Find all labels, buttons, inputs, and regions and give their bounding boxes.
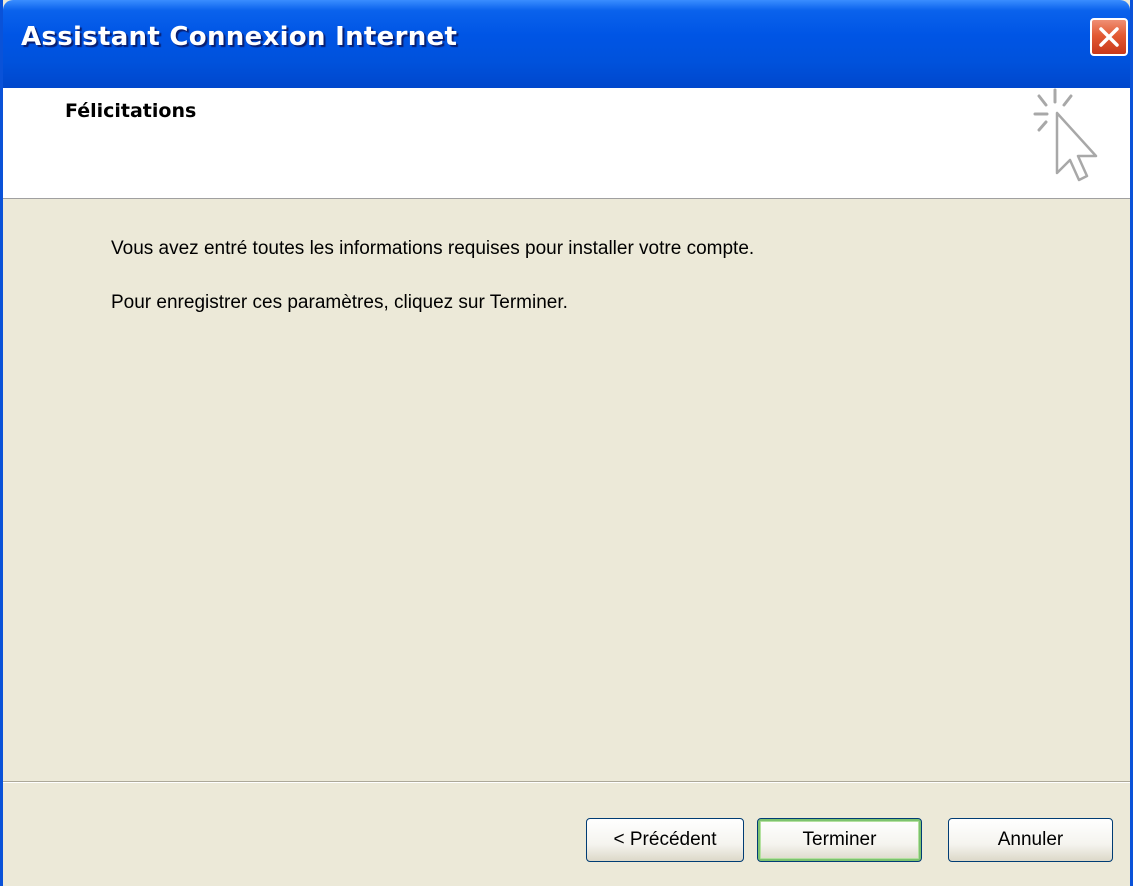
wizard-header: Félicitations	[3, 88, 1130, 199]
wizard-cursor-icon	[1033, 88, 1098, 182]
back-button[interactable]: < Précédent	[586, 818, 744, 862]
info-text-line-1: Vous avez entré toutes les informations …	[111, 238, 755, 259]
wizard-window: Assistant Connexion Internet Félicitatio…	[0, 0, 1133, 886]
close-icon	[1099, 27, 1119, 47]
window-title: Assistant Connexion Internet	[21, 22, 458, 52]
footer-divider	[3, 781, 1130, 783]
title-bar[interactable]: Assistant Connexion Internet	[3, 0, 1130, 88]
close-button[interactable]	[1090, 18, 1128, 56]
cancel-button[interactable]: Annuler	[948, 818, 1113, 862]
finish-button[interactable]: Terminer	[757, 818, 922, 862]
info-text-line-2: Pour enregistrer ces paramètres, cliquez…	[111, 292, 568, 313]
page-title: Félicitations	[65, 100, 197, 122]
